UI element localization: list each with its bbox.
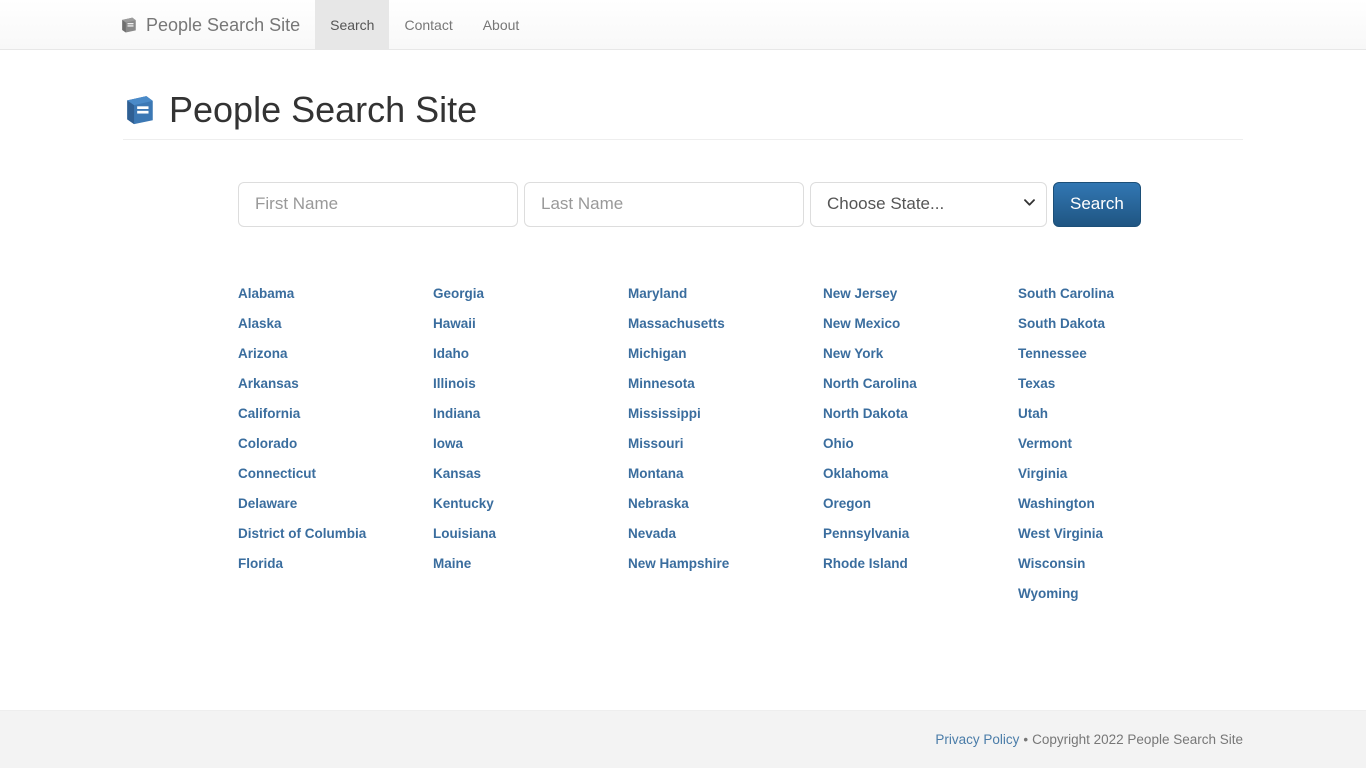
state-link[interactable]: Kentucky bbox=[433, 489, 628, 519]
state-link[interactable]: South Carolina bbox=[1018, 279, 1213, 309]
search-button[interactable]: Search bbox=[1053, 181, 1141, 227]
state-link[interactable]: Indiana bbox=[433, 399, 628, 429]
state-link[interactable]: Alaska bbox=[238, 309, 433, 339]
state-link[interactable]: North Carolina bbox=[823, 369, 1018, 399]
first-name-input[interactable] bbox=[238, 181, 518, 227]
state-link[interactable]: Delaware bbox=[238, 489, 433, 519]
privacy-policy-link[interactable]: Privacy Policy bbox=[935, 732, 1019, 747]
footer-copyright: Copyright 2022 People Search Site bbox=[1032, 732, 1243, 747]
state-link[interactable]: Idaho bbox=[433, 339, 628, 369]
state-link[interactable]: California bbox=[238, 399, 433, 429]
state-link[interactable]: Utah bbox=[1018, 399, 1213, 429]
state-link[interactable]: Maine bbox=[433, 549, 628, 579]
page-title-text: People Search Site bbox=[169, 89, 478, 130]
state-select-wrapper: Choose State... bbox=[810, 181, 1047, 227]
nav-list: Search Contact About bbox=[315, 0, 534, 49]
state-link[interactable]: Michigan bbox=[628, 339, 823, 369]
footer-inner: Privacy Policy • Copyright 2022 People S… bbox=[108, 711, 1258, 768]
state-link[interactable]: South Dakota bbox=[1018, 309, 1213, 339]
state-link[interactable]: Oregon bbox=[823, 489, 1018, 519]
state-link[interactable]: Alabama bbox=[238, 279, 433, 309]
footer-separator: • bbox=[1023, 732, 1029, 747]
state-link[interactable]: Maryland bbox=[628, 279, 823, 309]
state-link[interactable]: New Hampshire bbox=[628, 549, 823, 579]
brand-link[interactable]: People Search Site bbox=[105, 0, 315, 49]
state-link[interactable]: Missouri bbox=[628, 429, 823, 459]
state-column-5: South Carolina South Dakota Tennessee Te… bbox=[1018, 279, 1213, 609]
state-link[interactable]: Nevada bbox=[628, 519, 823, 549]
page-header: People Search Site bbox=[123, 50, 1243, 140]
state-link[interactable]: West Virginia bbox=[1018, 519, 1213, 549]
state-link[interactable]: Wisconsin bbox=[1018, 549, 1213, 579]
state-column-3: Maryland Massachusetts Michigan Minnesot… bbox=[628, 279, 823, 609]
state-link[interactable]: Washington bbox=[1018, 489, 1213, 519]
state-link[interactable]: Oklahoma bbox=[823, 459, 1018, 489]
state-link[interactable]: Ohio bbox=[823, 429, 1018, 459]
state-link[interactable]: Pennsylvania bbox=[823, 519, 1018, 549]
book-icon bbox=[120, 16, 138, 34]
state-link[interactable]: North Dakota bbox=[823, 399, 1018, 429]
state-link[interactable]: Arizona bbox=[238, 339, 433, 369]
state-link[interactable]: New York bbox=[823, 339, 1018, 369]
state-column-4: New Jersey New Mexico New York North Car… bbox=[823, 279, 1018, 609]
state-links-grid: Alabama Alaska Arizona Arkansas Californ… bbox=[123, 227, 1243, 609]
nav-item-contact[interactable]: Contact bbox=[389, 0, 467, 49]
state-select[interactable]: Choose State... bbox=[810, 181, 1047, 227]
state-link[interactable]: Mississippi bbox=[628, 399, 823, 429]
state-link[interactable]: New Jersey bbox=[823, 279, 1018, 309]
search-form: Choose State... Search bbox=[123, 160, 1243, 227]
state-link[interactable]: Hawaii bbox=[433, 309, 628, 339]
state-column-1: Alabama Alaska Arizona Arkansas Californ… bbox=[238, 279, 433, 609]
book-icon bbox=[123, 93, 157, 127]
state-link[interactable]: Nebraska bbox=[628, 489, 823, 519]
state-column-2: Georgia Hawaii Idaho Illinois Indiana Io… bbox=[433, 279, 628, 609]
state-link[interactable]: Texas bbox=[1018, 369, 1213, 399]
state-link[interactable]: Iowa bbox=[433, 429, 628, 459]
main-container: People Search Site Choose State... Searc… bbox=[108, 50, 1258, 609]
top-navbar: People Search Site Search Contact About bbox=[0, 0, 1366, 50]
page-title: People Search Site bbox=[123, 90, 1243, 130]
state-link[interactable]: Illinois bbox=[433, 369, 628, 399]
state-link[interactable]: District of Columbia bbox=[238, 519, 433, 549]
state-link[interactable]: Louisiana bbox=[433, 519, 628, 549]
state-link[interactable]: Wyoming bbox=[1018, 579, 1213, 609]
state-link[interactable]: Rhode Island bbox=[823, 549, 1018, 579]
state-link[interactable]: Florida bbox=[238, 549, 433, 579]
state-link[interactable]: Kansas bbox=[433, 459, 628, 489]
state-link[interactable]: Georgia bbox=[433, 279, 628, 309]
state-link[interactable]: Tennessee bbox=[1018, 339, 1213, 369]
nav-item-search[interactable]: Search bbox=[315, 0, 390, 49]
brand-label: People Search Site bbox=[146, 14, 301, 35]
navbar-inner: People Search Site Search Contact About bbox=[0, 0, 1366, 49]
state-link[interactable]: Virginia bbox=[1018, 459, 1213, 489]
page-footer: Privacy Policy • Copyright 2022 People S… bbox=[0, 710, 1366, 768]
state-link[interactable]: Minnesota bbox=[628, 369, 823, 399]
nav-item-about[interactable]: About bbox=[468, 0, 535, 49]
state-link[interactable]: New Mexico bbox=[823, 309, 1018, 339]
last-name-input[interactable] bbox=[524, 181, 804, 227]
state-link[interactable]: Montana bbox=[628, 459, 823, 489]
state-link[interactable]: Vermont bbox=[1018, 429, 1213, 459]
state-link[interactable]: Massachusetts bbox=[628, 309, 823, 339]
state-link[interactable]: Connecticut bbox=[238, 459, 433, 489]
state-link[interactable]: Arkansas bbox=[238, 369, 433, 399]
state-link[interactable]: Colorado bbox=[238, 429, 433, 459]
